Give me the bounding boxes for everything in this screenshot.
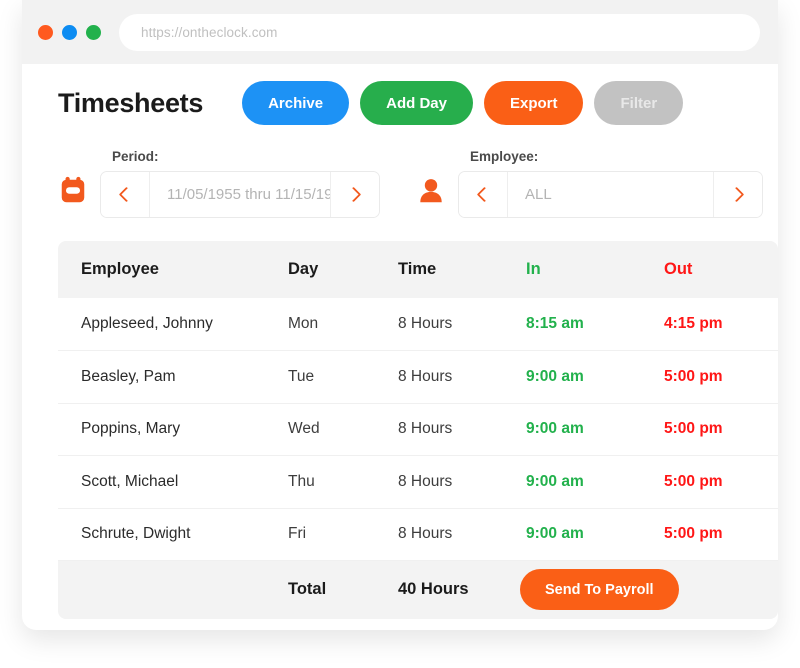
browser-titlebar: https://ontheclock.com (22, 0, 778, 64)
filters-row: Period: 11/05/1955 thru 11/15/1955 Emplo… (40, 126, 763, 218)
period-value[interactable]: 11/05/1955 thru 11/15/1955 (150, 172, 349, 217)
employee-label: Employee: (470, 149, 539, 164)
employee-prev-button[interactable] (459, 172, 508, 217)
cell-employee: Appleseed, Johnny (81, 315, 213, 332)
cell-time: 8 Hours (398, 315, 453, 332)
cell-day: Tue (288, 367, 315, 385)
period-filter-group: Period: 11/05/1955 thru 11/15/1955 (58, 149, 380, 218)
chevron-left-icon (118, 186, 135, 203)
employee-value[interactable]: ALL (508, 172, 713, 217)
user-icon (420, 179, 442, 203)
cell-in: 9:00 am (526, 525, 584, 543)
period-prev-button[interactable] (101, 172, 150, 217)
archive-button[interactable]: Archive (242, 81, 350, 125)
add-day-button[interactable]: Add Day (360, 81, 473, 125)
table-body: Appleseed, Johnny Mon 8 Hours 8:15 am 4:15 p… (58, 298, 778, 561)
table-row[interactable]: Poppins, Mary Wed 8 Hours 9:00 am 5:00 pm (58, 403, 778, 456)
column-header-out[interactable]: Out (664, 241, 778, 298)
column-header-in[interactable]: In (526, 241, 664, 298)
cell-time: 8 Hours (398, 472, 453, 490)
filter-button[interactable]: Filter (594, 81, 684, 125)
minimize-window-dot[interactable] (62, 24, 77, 40)
cell-in: 9:00 am (526, 367, 584, 385)
chevron-left-icon (476, 186, 493, 203)
cell-time: 8 Hours (398, 367, 453, 385)
payroll-cell: Send To Payroll (520, 561, 778, 619)
page-title: Timesheets (58, 87, 204, 118)
table-row[interactable]: Scott, Michael Thu 8 Hours 9:00 am 5:00 pm (58, 455, 778, 508)
table-footer: Total 40 Hours Send To Payroll (58, 560, 778, 619)
period-next-button[interactable] (330, 172, 379, 217)
page-header: Timesheets Archive Add Day Export Filter (40, 64, 760, 126)
chevron-right-icon (728, 186, 745, 203)
table-total-row: Total 40 Hours Send To Payroll (58, 560, 778, 619)
send-to-payroll-button[interactable]: Send To Payroll (520, 569, 679, 611)
employee-next-button[interactable] (713, 172, 762, 217)
cell-in: 8:15 am (526, 315, 584, 332)
period-field: Period: 11/05/1955 thru 11/15/1955 (100, 149, 380, 218)
cell-day: Mon (288, 315, 319, 332)
table-row[interactable]: Schrute, Dwight Fri 8 Hours 9:00 am 5:00 pm (58, 508, 778, 561)
total-spacer (58, 561, 288, 619)
timesheet-table: Employee Day Time In Out Appleseed, John… (58, 241, 778, 619)
period-label: Period: (112, 149, 159, 164)
timesheet-card: Employee Day Time In Out Appleseed, John… (58, 241, 778, 619)
table-row[interactable]: Appleseed, Johnny Mon 8 Hours 8:15 am 4:15 p… (58, 298, 778, 351)
export-button[interactable]: Export (483, 81, 584, 125)
cell-employee: Poppins, Mary (81, 420, 181, 438)
cell-out: 5:00 pm (664, 472, 723, 490)
cell-day: Fri (288, 525, 307, 543)
cell-out: 4:15 pm (664, 315, 723, 332)
chevron-right-icon (345, 186, 362, 203)
employee-filter-group: Employee: ALL (416, 149, 763, 218)
cell-time: 8 Hours (398, 525, 453, 543)
page-content: Timesheets Archive Add Day Export Filter… (22, 64, 778, 619)
url-bar[interactable]: https://ontheclock.com (119, 13, 760, 51)
cell-in: 9:00 am (526, 472, 584, 490)
cell-day: Wed (288, 420, 320, 438)
cell-day: Thu (288, 472, 315, 490)
window-controls (38, 24, 101, 40)
cell-time: 8 Hours (398, 420, 453, 438)
employee-stepper: ALL (458, 171, 763, 218)
table-header-row: Employee Day Time In Out (58, 241, 778, 298)
calendar-icon (61, 176, 85, 203)
cell-employee: Scott, Michael (81, 472, 179, 490)
cell-employee: Beasley, Pam (81, 367, 176, 385)
cell-out: 5:00 pm (664, 525, 723, 543)
column-header-employee[interactable]: Employee (58, 241, 288, 298)
table-header: Employee Day Time In Out (58, 241, 778, 298)
total-label: Total (288, 580, 327, 599)
total-value: 40 Hours (398, 580, 469, 599)
cell-out: 5:00 pm (664, 420, 723, 438)
url-input[interactable]: https://ontheclock.com (141, 25, 278, 40)
cell-out: 5:00 pm (664, 367, 723, 385)
column-header-day[interactable]: Day (288, 241, 398, 298)
cell-in: 9:00 am (526, 420, 584, 438)
cell-employee: Schrute, Dwight (81, 525, 191, 543)
column-header-time[interactable]: Time (398, 241, 526, 298)
table-row[interactable]: Beasley, Pam Tue 8 Hours 9:00 am 5:00 pm (58, 350, 778, 403)
browser-window: https://ontheclock.com Timesheets Archiv… (22, 0, 778, 630)
maximize-window-dot[interactable] (86, 24, 101, 40)
period-stepper: 11/05/1955 thru 11/15/1955 (100, 171, 380, 218)
employee-field: Employee: ALL (458, 149, 763, 218)
close-window-dot[interactable] (38, 24, 53, 40)
